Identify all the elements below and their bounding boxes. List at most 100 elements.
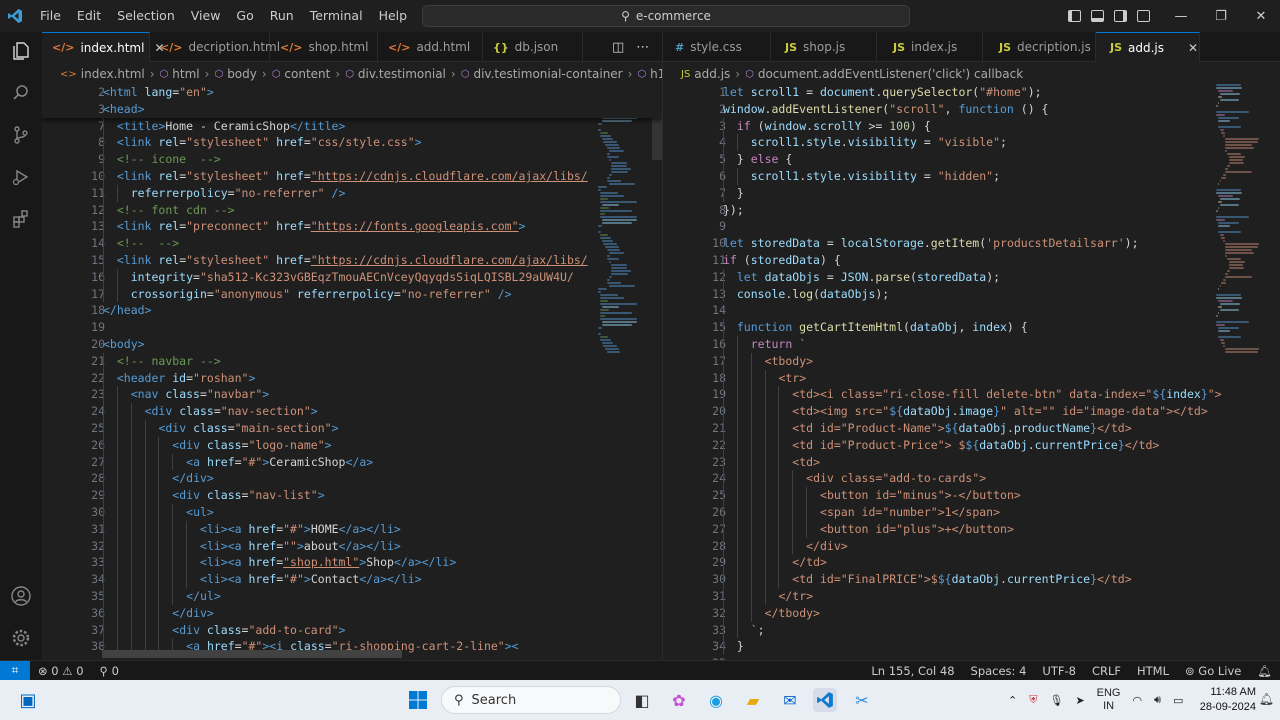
code-line[interactable]: 13 console.log(dataObjs);	[663, 285, 1280, 303]
volume-icon[interactable]: 🔊︎	[1154, 693, 1161, 707]
code-line[interactable]: 23 <td>	[663, 453, 1280, 471]
taskbar-search[interactable]: ⚲ Search	[441, 686, 621, 714]
code-line[interactable]: 34}	[663, 638, 1280, 656]
code-line[interactable]: 3 <head>	[42, 100, 662, 118]
code-line[interactable]: 8 <link rel="stylesheet" href="css/style.…	[42, 134, 662, 152]
code-editor-left[interactable]: 2 <html lang="en"> 3 <head> 7 <title>Home - C…	[42, 84, 662, 656]
menu-help[interactable]: Help	[371, 0, 416, 32]
menu-file[interactable]: File	[32, 0, 69, 32]
code-line[interactable]: 26 <div class="logo-name">	[42, 436, 662, 454]
code-line[interactable]: 2 <html lang="en">	[42, 84, 662, 101]
explorer-icon[interactable]	[8, 38, 34, 64]
code-line[interactable]: 22 <header id="roshan">	[42, 369, 662, 387]
menu-run[interactable]: Run	[262, 0, 302, 32]
customize-layout-icon[interactable]	[1137, 10, 1150, 22]
breadcrumb-item[interactable]: › ⬡ h1	[623, 67, 662, 81]
tab-db-json[interactable]: {} db.json	[483, 32, 583, 62]
split-editor-icon[interactable]: ◫	[612, 40, 624, 55]
code-line[interactable]: 7}	[663, 184, 1280, 202]
edge-browser-icon[interactable]: ◉	[704, 688, 728, 712]
code-line[interactable]: 2 window.addEventListener("scroll", funct…	[663, 101, 1280, 118]
language-indicator[interactable]: ENG IN	[1097, 687, 1121, 713]
tab-decription-js[interactable]: JS decription.js	[983, 32, 1096, 62]
code-line[interactable]: 31 </tr>	[663, 587, 1280, 605]
code-line[interactable]: 29 <div class="nav-list">	[42, 487, 662, 504]
toggle-primary-sidebar-icon[interactable]	[1068, 10, 1081, 22]
more-actions-icon[interactable]: ⋯	[636, 40, 649, 55]
battery-icon[interactable]: ▭	[1173, 694, 1183, 707]
code-line[interactable]: 27 <button id="plus">+</button>	[663, 520, 1280, 538]
ports-indicator[interactable]: ⚲ 0	[92, 664, 127, 678]
tab-shop-js[interactable]: JS shop.js	[771, 32, 877, 62]
close-tab-icon[interactable]: ✕	[1188, 41, 1198, 55]
toggle-secondary-sidebar-icon[interactable]	[1114, 10, 1127, 22]
code-line[interactable]: 9 <!-- icone -->	[42, 151, 662, 168]
snipping-tool-icon[interactable]: ✂	[850, 688, 874, 712]
code-line[interactable]: 17 crossorigin="anonymous" referrerpolicy…	[42, 285, 662, 303]
task-view-icon[interactable]: ◧	[630, 688, 654, 712]
tab-add-js[interactable]: JS add.js ✕	[1096, 32, 1200, 62]
security-icon[interactable]: ⛨	[1029, 693, 1037, 707]
breadcrumb-item[interactable]: › ⬡ body	[200, 67, 257, 81]
accounts-icon[interactable]	[8, 583, 34, 609]
minimap-right[interactable]	[1216, 84, 1276, 660]
wifi-icon[interactable]: ◠	[1133, 694, 1143, 707]
copilot-icon[interactable]: ✿	[667, 688, 691, 712]
code-line[interactable]: 37 <div class="add-to-card">	[42, 621, 662, 639]
code-line[interactable]: 19	[42, 319, 662, 336]
toggle-panel-icon[interactable]	[1091, 10, 1104, 22]
outlook-icon[interactable]: ✉	[778, 688, 802, 712]
code-line[interactable]: 27 <a href="#">CeramicShop</a>	[42, 453, 662, 471]
code-line[interactable]: 30 <td id="FinalPRICE">$${dataObj.current…	[663, 571, 1280, 588]
notifications-bell-icon[interactable]: 🔔︎	[1249, 664, 1280, 678]
code-line[interactable]: 11 if (storedData) {	[663, 252, 1280, 269]
code-line[interactable]: 22 <td id="Product-Price"> $${dataObj.cur…	[663, 436, 1280, 454]
code-line[interactable]: 24 <div class="nav-section">	[42, 403, 662, 420]
code-line[interactable]: 20 <body>	[42, 336, 662, 353]
code-line[interactable]: 33 `;	[663, 621, 1280, 639]
menu-go[interactable]: Go	[228, 0, 261, 32]
go-live-button[interactable]: ⊚ Go Live	[1177, 664, 1249, 678]
code-line[interactable]: 1 let scroll1 = document.querySelector("#…	[663, 84, 1280, 101]
remote-indicator-icon[interactable]: ⌗	[0, 660, 30, 681]
code-line[interactable]: 7 <title>Home - CeramicShop</title>	[42, 117, 662, 135]
tab-shop-html[interactable]: </> shop.html	[270, 32, 378, 62]
code-line[interactable]: 32 </tbody>	[663, 604, 1280, 622]
code-line[interactable]: 26 <span id="number">1</span>	[663, 503, 1280, 521]
code-line[interactable]: 12 <!-- font cdn -->	[42, 201, 662, 219]
notification-center-icon[interactable]: 🔔︎	[1259, 692, 1274, 706]
source-control-icon[interactable]	[8, 122, 34, 148]
encoding[interactable]: UTF-8	[1034, 664, 1084, 678]
code-line[interactable]: 10 <link rel="stylesheet" href="https://c…	[42, 167, 662, 185]
problems-indicator[interactable]: ⊗ 0 ⚠ 0	[30, 664, 92, 678]
code-line[interactable]: 14 <!-- -->	[42, 235, 662, 252]
microphone-icon[interactable]: 🎙︎	[1049, 694, 1063, 707]
code-line[interactable]: 29 </td>	[663, 554, 1280, 572]
code-line[interactable]: 33 <li><a href="shop.html">Shop</a></li>	[42, 554, 662, 572]
tab-decription-html[interactable]: </> decription.html	[150, 32, 280, 62]
end-of-line[interactable]: CRLF	[1084, 664, 1129, 678]
search-view-icon[interactable]	[8, 80, 34, 106]
code-line[interactable]: 16 return `	[663, 335, 1280, 353]
code-line[interactable]: 17 <tbody>	[663, 352, 1280, 370]
run-debug-icon[interactable]	[8, 164, 34, 190]
code-line[interactable]: 21 <td id="Product-Name">${dataObj.produc…	[663, 419, 1280, 437]
command-center-search[interactable]: ⚲ e-commerce	[422, 5, 910, 27]
code-line[interactable]: 30 <ul>	[42, 503, 662, 521]
breadcrumb-item[interactable]: › ⬡ div.testimonial-container	[446, 67, 623, 81]
cursor-position[interactable]: Ln 155, Col 48	[863, 664, 962, 678]
code-line[interactable]: 8});	[663, 202, 1280, 219]
breadcrumb-item[interactable]: › ⬡ content	[257, 67, 331, 81]
menu-terminal[interactable]: Terminal	[302, 0, 371, 32]
code-line[interactable]: 32 <li><a href="">about</a></li>	[42, 537, 662, 555]
code-line[interactable]: 10 let storedData = localStorage.getItem(…	[663, 235, 1280, 252]
windows-start-icon[interactable]	[406, 688, 430, 712]
breadcrumb-item[interactable]: JS add.js	[681, 67, 730, 81]
code-line[interactable]: 12 let dataObjs = JSON.parse(storedData);	[663, 268, 1280, 286]
code-line[interactable]: 31 <li><a href="#">HOME</a></li>	[42, 520, 662, 538]
horizontal-scrollbar-left[interactable]	[102, 650, 402, 658]
indentation[interactable]: Spaces: 4	[963, 664, 1035, 678]
code-editor-right[interactable]: 1 let scroll1 = document.querySelector("#…	[663, 84, 1280, 660]
code-line[interactable]: 19 <td><i class="ri-close-fill delete-btn…	[663, 386, 1280, 404]
code-line[interactable]: 28 </div>	[663, 537, 1280, 555]
